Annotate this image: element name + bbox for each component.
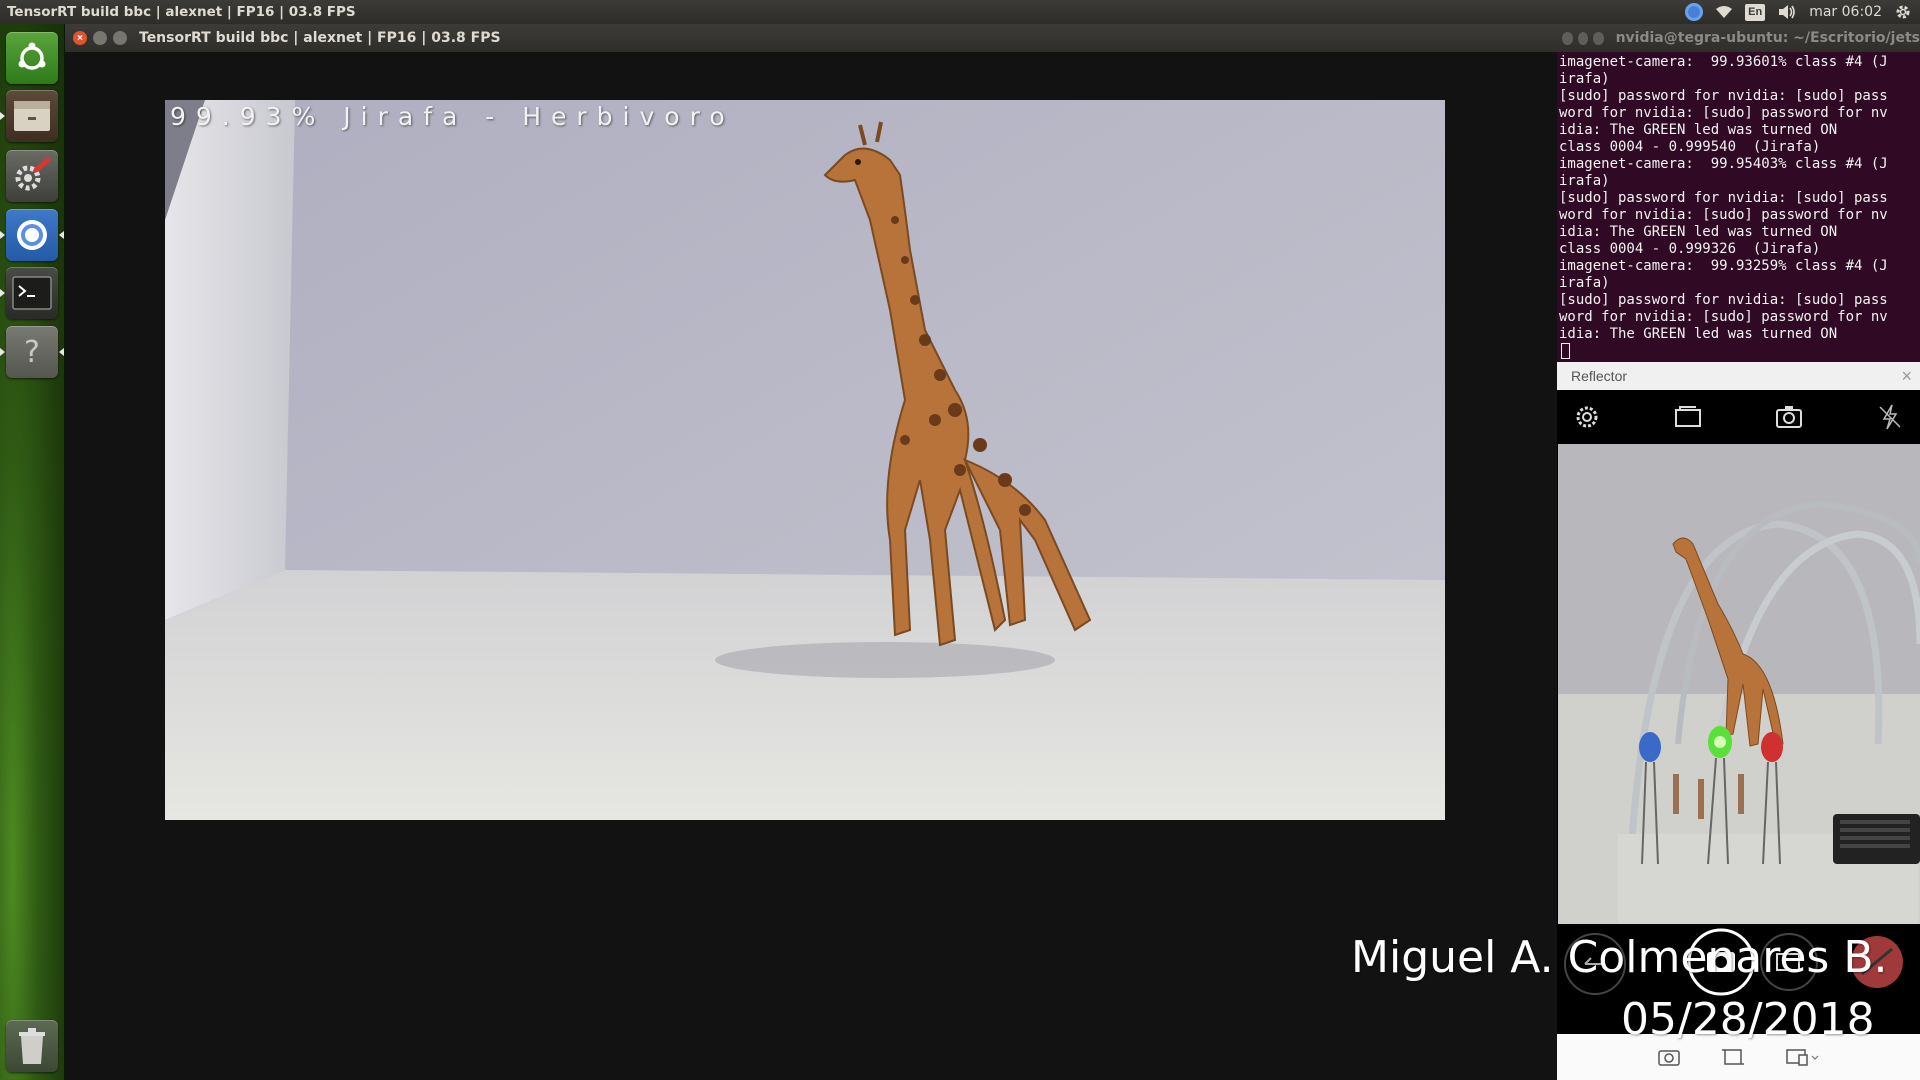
- terminal-line: word for nvidia: [sudo] password for nv: [1559, 105, 1888, 121]
- date-watermark: 05/28/2018: [1621, 994, 1875, 1045]
- active-window-title: TensorRT build bbc | alexnet | FP16 | 03…: [7, 4, 356, 20]
- terminal-line: idia: The GREEN led was turned ON: [1559, 224, 1838, 240]
- terminal-line: idia: The GREEN led was turned ON: [1559, 122, 1838, 138]
- terminal-window[interactable]: nvidia@tegra-ubuntu: ~/Escritorio/jets i…: [1557, 24, 1920, 362]
- dash-home-icon[interactable]: [6, 32, 58, 84]
- terminal-line: irafa): [1559, 173, 1610, 189]
- terminal-line: word for nvidia: [sudo] password for nv: [1559, 309, 1888, 325]
- terminal-line: [sudo] password for nvidia: [sudo] pass: [1559, 88, 1888, 104]
- giraffe-photo: [165, 100, 1445, 820]
- gallery-icon[interactable]: [1672, 401, 1704, 433]
- chromium-icon[interactable]: [6, 209, 58, 261]
- terminal-line: [sudo] password for nvidia: [sudo] pass: [1559, 190, 1888, 206]
- terminal-line: irafa): [1559, 71, 1610, 87]
- terminal-line: imagenet-camera: 99.95403% class #4 (J: [1559, 156, 1888, 172]
- close-icon[interactable]: ×: [73, 31, 87, 45]
- phone-camera-preview: [1558, 444, 1920, 924]
- top-panel: TensorRT build bbc | alexnet | FP16 | 03…: [0, 0, 1920, 24]
- running-indicator: [59, 348, 64, 356]
- camera-app-toolbar: [1557, 390, 1920, 444]
- launcher: ?: [0, 24, 65, 1080]
- running-indicator: [0, 112, 5, 120]
- close-icon[interactable]: ×: [1901, 366, 1912, 387]
- gear-icon[interactable]: [1894, 0, 1912, 24]
- terminal-line: irafa): [1559, 275, 1610, 291]
- minimize-icon[interactable]: [1577, 31, 1589, 45]
- terminal-line: word for nvidia: [sudo] password for nv: [1559, 207, 1888, 223]
- terminal-icon[interactable]: [6, 267, 58, 319]
- running-indicator: [0, 231, 5, 239]
- terminal-line: [sudo] password for nvidia: [sudo] pass: [1559, 292, 1888, 308]
- chromium-indicator-icon[interactable]: [1685, 0, 1704, 24]
- settings-icon[interactable]: [1571, 401, 1603, 433]
- keyboard-layout-indicator[interactable]: En: [1745, 3, 1766, 21]
- classification-overlay: 99.93% Jirafa - Herbivoro: [170, 102, 735, 131]
- running-indicator: [0, 289, 5, 297]
- system-settings-icon[interactable]: [6, 150, 58, 202]
- terminal-title: nvidia@tegra-ubuntu: ~/Escritorio/jets: [1615, 30, 1920, 46]
- terminal-line: class 0004 - 0.999326 (Jirafa): [1559, 241, 1821, 257]
- camera-window[interactable]: × TensorRT build bbc | alexnet | FP16 | …: [65, 24, 1557, 1080]
- wifi-icon[interactable]: [1715, 0, 1733, 24]
- trash-icon[interactable]: [6, 1020, 58, 1072]
- terminal-line: imagenet-camera: 99.93601% class #4 (J: [1559, 54, 1888, 70]
- minimize-icon[interactable]: [93, 31, 107, 45]
- focused-indicator: [59, 231, 64, 239]
- reflector-title: Reflector: [1571, 368, 1628, 384]
- volume-icon[interactable]: [1777, 0, 1797, 24]
- terminal-output[interactable]: imagenet-camera: 99.93601% class #4 (J ir…: [1557, 52, 1920, 360]
- camera-window-title: TensorRT build bbc | alexnet | FP16 | 03…: [139, 30, 501, 46]
- running-indicator: [0, 348, 5, 356]
- switch-camera-icon[interactable]: [1773, 401, 1805, 433]
- crop-icon[interactable]: [1721, 1047, 1745, 1067]
- maximize-icon[interactable]: [113, 31, 127, 45]
- terminal-line: class 0004 - 0.999540 (Jirafa): [1559, 139, 1821, 155]
- device-icon[interactable]: [1785, 1047, 1821, 1067]
- terminal-line: imagenet-camera: 99.93259% class #4 (J: [1559, 258, 1888, 274]
- camera-window-titlebar[interactable]: × TensorRT build bbc | alexnet | FP16 | …: [65, 24, 1557, 52]
- indicator-area: En mar 06:02: [1685, 0, 1912, 24]
- reflector-titlebar[interactable]: Reflector ×: [1557, 362, 1920, 390]
- help-icon[interactable]: ?: [6, 326, 58, 378]
- svg-text:?: ?: [24, 335, 40, 370]
- files-icon[interactable]: [6, 90, 58, 142]
- camera-feed: 99.93% Jirafa - Herbivoro: [165, 100, 1445, 820]
- close-icon[interactable]: [1562, 31, 1573, 45]
- terminal-cursor: [1561, 343, 1570, 359]
- flash-off-icon[interactable]: [1874, 401, 1906, 433]
- author-watermark: Miguel A. Colmenares B.: [1351, 932, 1888, 983]
- camera-mode-icon[interactable]: [1657, 1047, 1681, 1067]
- terminal-line: idia: The GREEN led was turned ON: [1559, 326, 1838, 342]
- clock[interactable]: mar 06:02: [1809, 0, 1882, 24]
- maximize-icon[interactable]: [1593, 31, 1604, 45]
- terminal-titlebar[interactable]: nvidia@tegra-ubuntu: ~/Escritorio/jets: [1557, 24, 1920, 52]
- desktop: TensorRT build bbc | alexnet | FP16 | 03…: [0, 0, 1920, 1080]
